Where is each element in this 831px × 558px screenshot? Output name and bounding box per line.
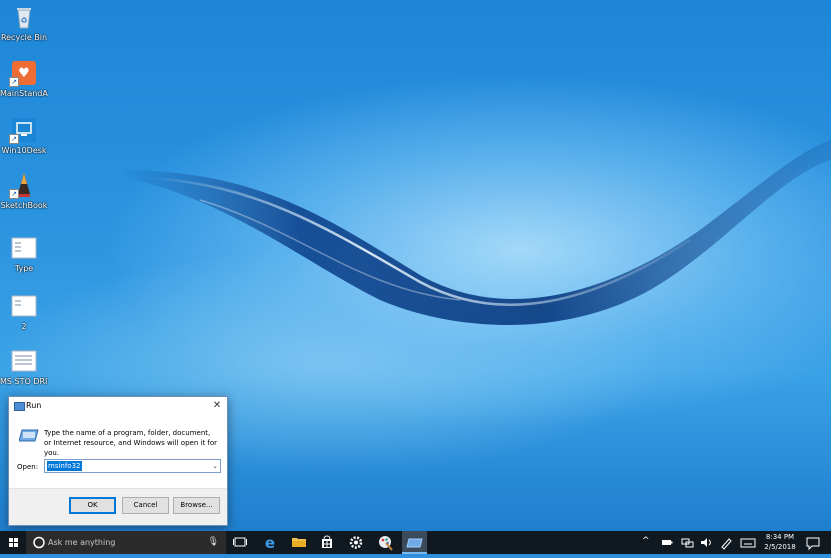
- recycle-bin-icon: ♻: [11, 4, 37, 30]
- svg-text:e: e: [265, 534, 275, 552]
- shortcut-arrow-icon: ↗: [9, 77, 19, 87]
- run-taskbar-button[interactable]: [402, 531, 427, 554]
- action-center-button[interactable]: [803, 531, 823, 554]
- cortana-icon: [33, 536, 45, 549]
- shortcut-arrow-icon: ↗: [9, 189, 19, 199]
- svg-text:♥: ♥: [18, 66, 30, 81]
- run-titlebar[interactable]: Run ✕: [9, 397, 227, 415]
- touch-keyboard-button[interactable]: [738, 531, 758, 554]
- clock-button[interactable]: 8:34 PM 2/5/2018: [760, 531, 800, 554]
- desktop-icon-recycle-bin[interactable]: ♻ Recycle Bin: [0, 4, 48, 42]
- document-icon: [11, 293, 37, 319]
- pen-icon: [721, 538, 732, 550]
- keyboard-icon: [740, 538, 756, 548]
- desktop-icon-type[interactable]: Type: [0, 235, 48, 273]
- store-button[interactable]: [314, 531, 340, 554]
- clock-date: 2/5/2018: [764, 543, 796, 551]
- document-icon: [11, 235, 37, 261]
- edge-icon: e: [265, 534, 275, 552]
- taskbar: Ask me anything 🎙 e ^ 8:34 PM 2/5/2018: [0, 531, 831, 554]
- svg-text:♻: ♻: [20, 16, 27, 25]
- chevron-up-icon: ^: [642, 536, 650, 546]
- gear-icon: [349, 536, 363, 549]
- desktop-icon-sketchbook[interactable]: ↗ SketchBook: [0, 172, 48, 210]
- network-button[interactable]: [678, 531, 696, 554]
- run-program-icon: [18, 427, 39, 442]
- open-input-value[interactable]: msinfo32: [47, 461, 82, 471]
- folder-icon: [292, 538, 306, 547]
- run-app-icon: [14, 402, 25, 411]
- paint-palette-icon: [379, 536, 393, 551]
- battery-button[interactable]: [658, 531, 676, 554]
- pen-workspace-button[interactable]: [717, 531, 735, 554]
- windows-logo-icon: [9, 538, 18, 547]
- battery-icon: [662, 540, 673, 545]
- document-icon: [11, 348, 37, 374]
- settings-button[interactable]: [343, 531, 369, 554]
- search-box[interactable]: Ask me anything 🎙: [26, 531, 226, 554]
- run-app-icon: [406, 538, 423, 548]
- store-bag-icon: [322, 535, 332, 548]
- ok-button[interactable]: OK: [69, 497, 116, 514]
- start-button[interactable]: [0, 531, 26, 554]
- cancel-button[interactable]: Cancel: [122, 497, 169, 514]
- desktop-icon-2[interactable]: 2: [0, 293, 48, 331]
- chevron-down-icon[interactable]: ⌄: [212, 460, 218, 472]
- desktop-icon-app[interactable]: ♥ ↗ MainStandA...: [0, 60, 48, 98]
- task-view-icon: [233, 537, 247, 547]
- file-explorer-button[interactable]: [286, 531, 312, 554]
- run-message: Type the name of a program, folder, docu…: [44, 429, 218, 457]
- desktop-icon-monitor-app[interactable]: ↗ Win10Desk: [0, 117, 48, 155]
- notification-icon: [806, 537, 820, 551]
- paint-app-button[interactable]: [372, 531, 398, 554]
- network-icon: [681, 538, 694, 548]
- clock-time: 8:34 PM: [765, 533, 795, 541]
- desktop-icon-drive[interactable]: MS STO DRIVE: [0, 348, 48, 386]
- run-dialog: Run ✕ Type the name of a program, folder…: [8, 396, 228, 526]
- task-view-button[interactable]: [229, 531, 251, 554]
- open-label: Open:: [17, 463, 39, 471]
- run-title: Run: [26, 401, 42, 410]
- shortcut-arrow-icon: ↗: [9, 134, 19, 144]
- browse-button[interactable]: Browse...: [173, 497, 220, 514]
- speaker-icon: [701, 538, 711, 547]
- close-icon[interactable]: ✕: [210, 399, 224, 413]
- show-hidden-icons-button[interactable]: ^: [640, 531, 654, 554]
- monitor-app-icon: ↗: [9, 117, 37, 144]
- edge-button[interactable]: e: [257, 531, 283, 554]
- search-placeholder: Ask me anything: [48, 538, 116, 547]
- open-combobox[interactable]: msinfo32 ⌄: [44, 459, 221, 473]
- app-heart-icon: ♥ ↗: [9, 60, 37, 87]
- pencil-icon: ↗: [9, 172, 37, 199]
- volume-button[interactable]: [697, 531, 715, 554]
- desktop: ♻ Recycle Bin ♥ ↗ MainStandA... ↗ Win10D…: [0, 0, 831, 531]
- microphone-icon[interactable]: 🎙: [208, 537, 219, 547]
- run-footer: OK Cancel Browse...: [9, 488, 227, 525]
